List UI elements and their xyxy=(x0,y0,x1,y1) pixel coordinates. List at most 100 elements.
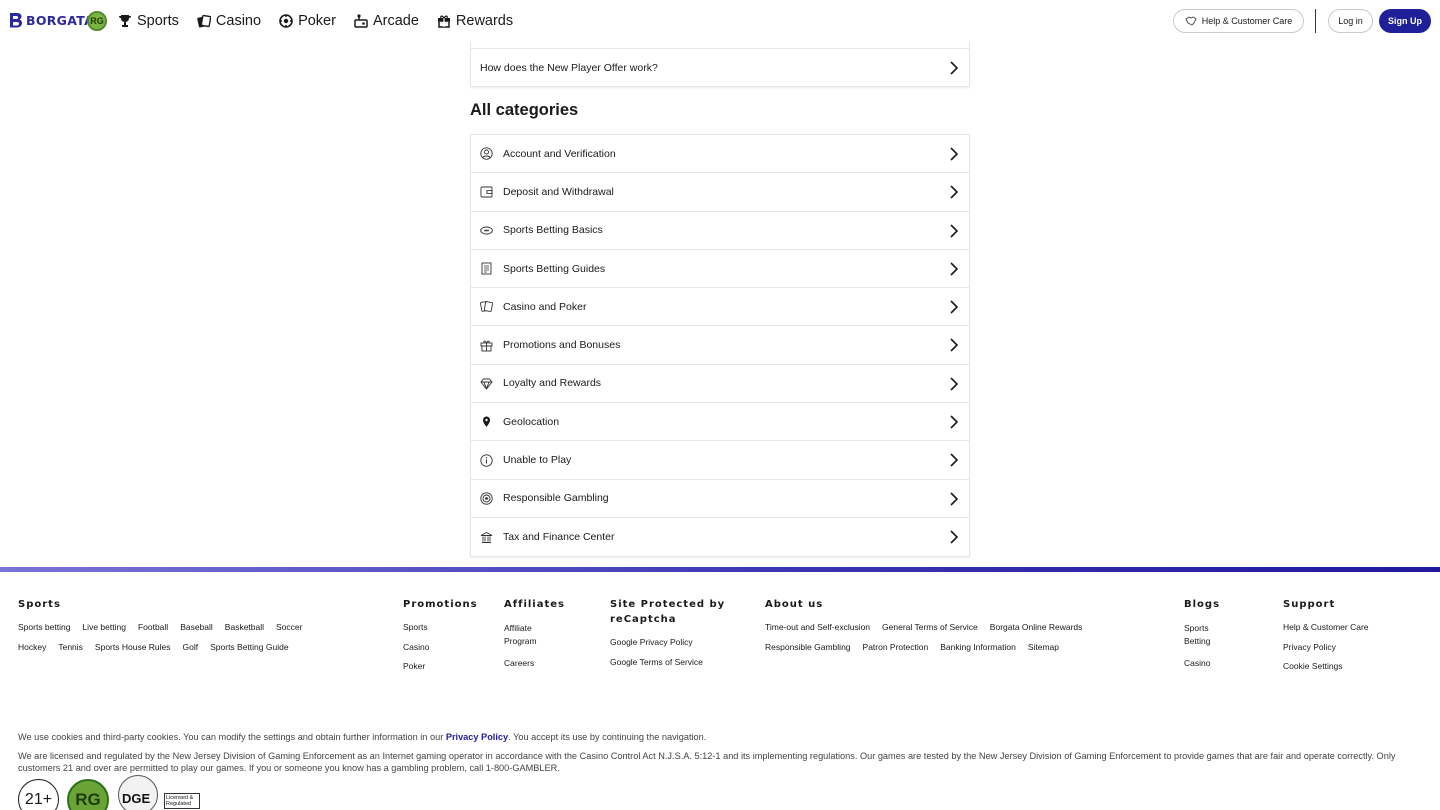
category-account-verification[interactable]: Account and Verification xyxy=(471,135,969,174)
footer-link[interactable]: Sports House Rules xyxy=(95,642,171,652)
category-deposit-withdrawal[interactable]: Deposit and Withdrawal xyxy=(471,173,969,212)
footer-link[interactable]: Sitemap xyxy=(1028,642,1059,652)
footer-link[interactable]: Google Privacy Policy xyxy=(610,637,738,647)
category-label: Sports Betting Guides xyxy=(503,262,606,275)
nav-rewards[interactable]: Rewards xyxy=(437,13,513,29)
footer-link[interactable]: Football xyxy=(138,622,168,632)
footer-links-blogs: Sports Betting Casino xyxy=(1184,622,1244,668)
footer-col-recaptcha: Site Protected by reCaptcha Google Priva… xyxy=(610,597,750,676)
login-button[interactable]: Log in xyxy=(1328,9,1373,33)
footer-link[interactable]: Tennis xyxy=(58,642,83,652)
cookie-notice: We use cookies and third-party cookies. … xyxy=(18,732,706,742)
gift-icon xyxy=(480,339,493,352)
privacy-policy-link[interactable]: Privacy Policy xyxy=(446,732,508,742)
footer-link[interactable]: Careers xyxy=(504,658,562,668)
footer-link[interactable]: Time-out and Self-exclusion xyxy=(765,622,870,632)
chevron-right-icon xyxy=(950,530,959,544)
footer-link[interactable]: Affiliate Program xyxy=(504,622,549,648)
footer-link[interactable]: Casino xyxy=(403,642,481,652)
footer-link[interactable]: Hockey xyxy=(18,642,46,652)
arcade-icon xyxy=(354,14,368,28)
main-nav: Sports Casino Poker Arcade Rewards xyxy=(118,0,531,42)
category-tax-finance-center[interactable]: Tax and Finance Center xyxy=(471,517,969,557)
footer-link[interactable]: Google Terms of Service xyxy=(610,657,738,667)
diamond-icon xyxy=(480,377,493,390)
footer-link[interactable]: Patron Protection xyxy=(863,642,929,652)
footer-link[interactable]: Responsible Gambling xyxy=(765,642,851,652)
footer-heading-promotions: Promotions xyxy=(403,599,478,610)
borgata-logo[interactable]: BORGATA xyxy=(8,12,94,29)
footer-links-recaptcha: Google Privacy Policy Google Terms of Se… xyxy=(610,637,750,667)
gift-icon xyxy=(437,15,450,28)
category-casino-poker[interactable]: Casino and Poker xyxy=(471,288,969,327)
category-loyalty-rewards[interactable]: Loyalty and Rewards xyxy=(471,364,969,404)
dge-text: DGE xyxy=(122,791,151,806)
footer-link[interactable]: Baseball xyxy=(180,622,213,632)
category-promotions-bonuses[interactable]: Promotions and Bonuses xyxy=(471,326,969,365)
chevron-right-icon xyxy=(950,224,959,238)
age-21-badge: 21+ xyxy=(18,779,59,810)
footer-link[interactable]: Golf xyxy=(183,642,199,652)
footer-links-affiliates: Affiliate Program Careers xyxy=(504,622,574,668)
footer-link[interactable]: Sports Betting xyxy=(1184,622,1219,648)
top-header: BORGATA RG Sports Casino Poker Arcade Re… xyxy=(0,0,1440,42)
nav-arcade[interactable]: Arcade xyxy=(354,13,419,29)
poker-chip-icon xyxy=(279,14,293,28)
trophy-icon xyxy=(119,15,131,27)
nav-poker[interactable]: Poker xyxy=(279,13,336,29)
category-unable-to-play[interactable]: Unable to Play xyxy=(471,441,969,480)
footer-link[interactable]: Casino xyxy=(1184,658,1232,668)
footer-heading-support: Support xyxy=(1283,599,1336,610)
footer-link[interactable]: Banking Information xyxy=(940,642,1016,652)
chevron-right-icon xyxy=(950,338,959,353)
footer-col-affiliates: Affiliates Affiliate Program Careers xyxy=(504,597,574,677)
rg-badge[interactable]: RG xyxy=(87,11,107,31)
nav-sports[interactable]: Sports xyxy=(118,13,179,29)
footer-col-sports: Sports Sports betting Live betting Footbal… xyxy=(18,597,388,662)
location-pin-icon xyxy=(480,415,493,428)
help-customer-care-button[interactable]: Help & Customer Care xyxy=(1173,9,1304,33)
category-geolocation[interactable]: Geolocation xyxy=(471,403,969,442)
category-sports-betting-guides[interactable]: Sports Betting Guides xyxy=(471,249,969,289)
category-label: Geolocation xyxy=(503,415,560,428)
footer-col-support: Support Help & Customer Care Privacy Pol… xyxy=(1283,597,1423,681)
info-icon xyxy=(480,453,493,467)
footer-link[interactable]: General Terms of Service xyxy=(882,622,978,632)
footer-gradient-bar xyxy=(0,567,1440,572)
footer-link[interactable]: Privacy Policy xyxy=(1283,642,1411,652)
footer-link[interactable]: Poker xyxy=(403,661,481,671)
footer-link[interactable]: Sports betting xyxy=(18,622,70,632)
signup-button[interactable]: Sign Up xyxy=(1379,9,1431,33)
chevron-right-icon xyxy=(950,415,959,429)
footer-link[interactable]: Live betting xyxy=(82,622,125,632)
responsible-gaming-badge[interactable]: RG xyxy=(67,779,109,810)
bank-icon xyxy=(480,531,493,544)
chevron-right-icon xyxy=(950,492,959,506)
footer-link[interactable]: Sports Betting Guide xyxy=(210,642,288,652)
footer-link[interactable]: Help & Customer Care xyxy=(1283,622,1411,632)
footer-col-promotions: Promotions Sports Casino Poker xyxy=(403,597,493,681)
category-responsible-gambling[interactable]: Responsible Gambling xyxy=(471,479,969,518)
category-list: Account and Verification Deposit and Wit… xyxy=(470,134,970,558)
faq-row-new-player-offer[interactable]: How does the New Player Offer work? xyxy=(470,48,970,87)
chevron-right-icon xyxy=(950,453,959,467)
all-categories-title: All categories xyxy=(470,101,579,119)
footer-link[interactable]: Sports xyxy=(403,622,481,632)
category-label: Tax and Finance Center xyxy=(503,531,615,544)
document-icon xyxy=(480,262,493,275)
category-label: Deposit and Withdrawal xyxy=(503,185,614,198)
footer-link[interactable]: Borgata Online Rewards xyxy=(990,622,1083,632)
category-sports-betting-basics[interactable]: Sports Betting Basics xyxy=(471,211,969,250)
dge-licensed-badge[interactable]: DGE Licensed & Regulated xyxy=(118,775,200,810)
footer-link[interactable]: Basketball xyxy=(225,622,264,632)
chevron-right-icon xyxy=(950,185,959,199)
footer-link[interactable]: Soccer xyxy=(276,622,302,632)
nav-casino[interactable]: Casino xyxy=(197,13,261,29)
footer-links-sports: Sports betting Live betting Football Baseba… xyxy=(18,622,388,662)
shield-icon xyxy=(480,492,493,505)
footer-heading-sports: Sports xyxy=(18,599,61,610)
footer-link[interactable]: Cookie Settings xyxy=(1283,661,1411,671)
logo-text: BORGATA xyxy=(26,13,95,28)
handshake-icon xyxy=(1185,16,1197,26)
category-label: Unable to Play xyxy=(503,454,572,467)
